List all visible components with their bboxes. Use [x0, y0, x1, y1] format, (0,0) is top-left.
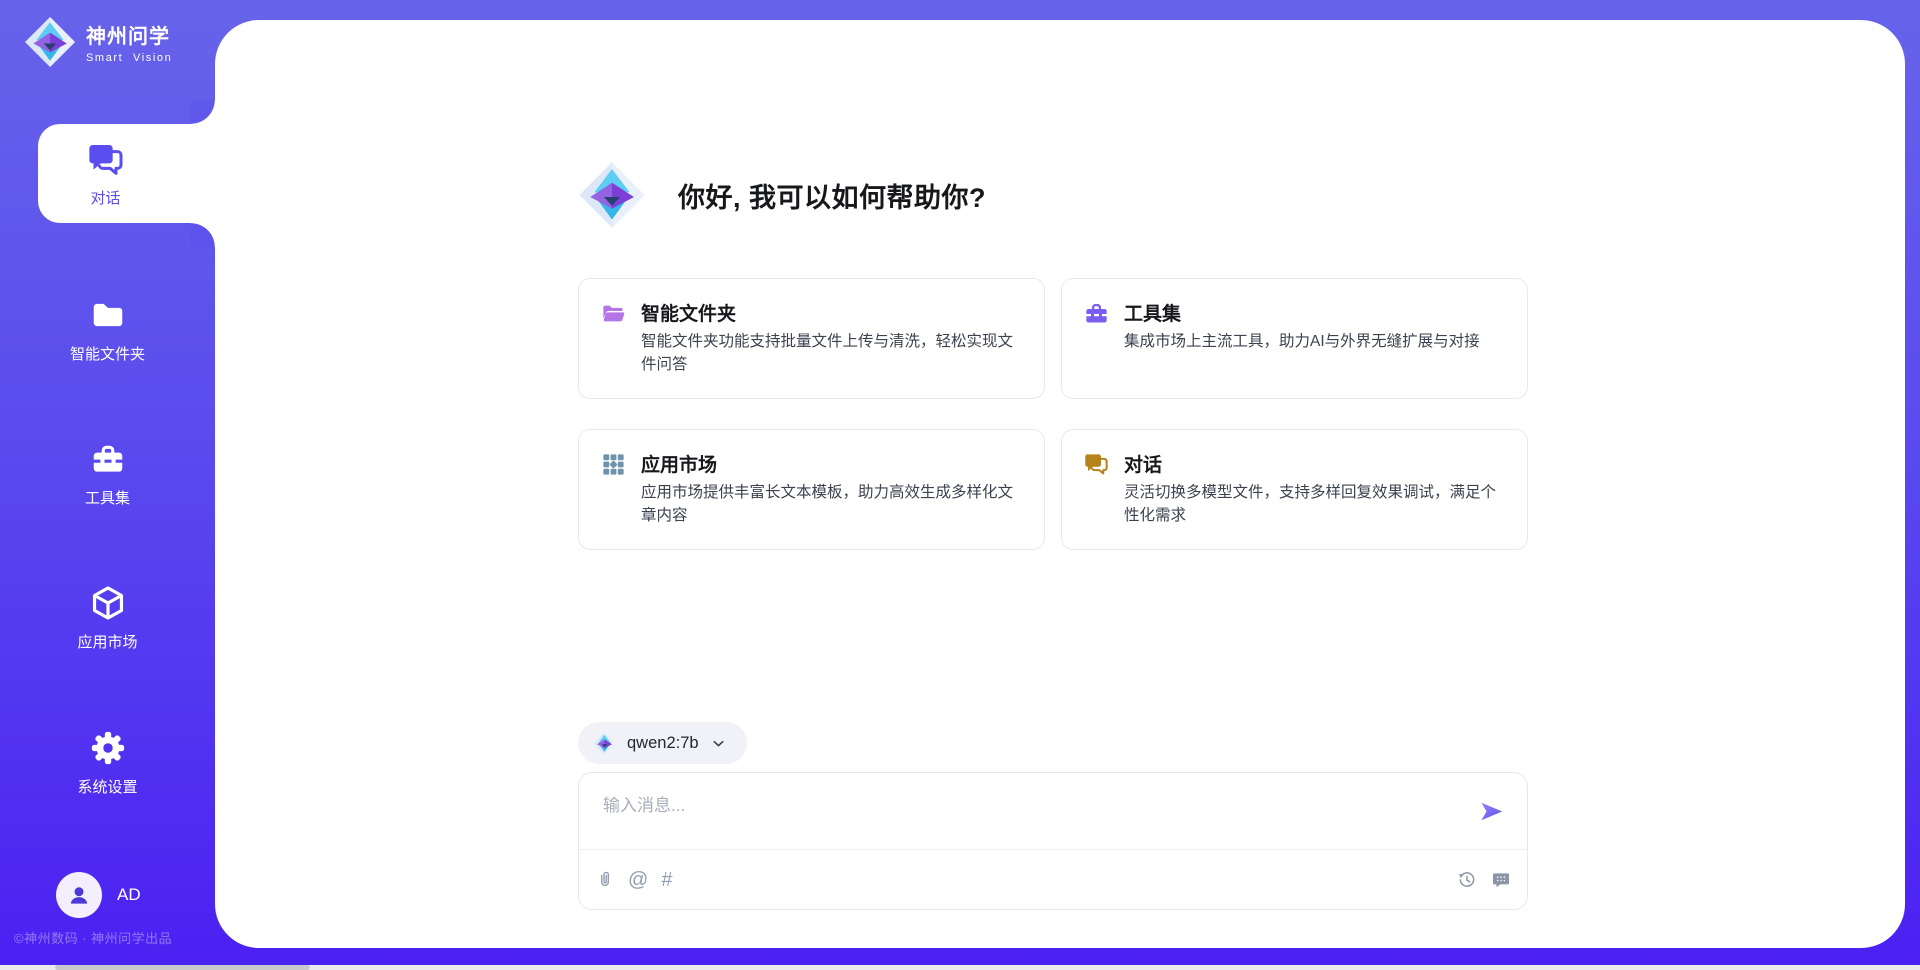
main-panel: 你好, 我可以如何帮助你? 智能文件夹 智能文件夹功能支持批量文件上传与清洗，轻… — [215, 20, 1905, 948]
sidebar-item-toolbox[interactable]: 工具集 — [0, 440, 215, 508]
card-title: 工具集 — [1124, 299, 1181, 326]
card-chat[interactable]: 对话 灵活切换多模型文件，支持多样回复效果调试，满足个性化需求 — [1061, 429, 1528, 550]
active-tab-fillet-top — [191, 100, 215, 124]
cube-icon — [89, 584, 127, 622]
avatar — [56, 872, 102, 918]
sidebar-item-app-market[interactable]: 应用市场 — [0, 584, 215, 652]
hashtag-icon[interactable]: # — [661, 870, 672, 890]
card-title: 应用市场 — [641, 450, 717, 477]
toolbox-icon — [1083, 300, 1110, 327]
sidebar-item-settings[interactable]: 系统设置 — [0, 729, 215, 797]
card-toolbox[interactable]: 工具集 集成市场上主流工具，助力AI与外界无缝扩展与对接 — [1061, 278, 1528, 399]
feature-cards: 智能文件夹 智能文件夹功能支持批量文件上传与清洗，轻松实现文件问答 工具集 集成… — [578, 278, 1528, 550]
card-app-market[interactable]: 应用市场 应用市场提供丰富长文本模板，助力高效生成多样化文章内容 — [578, 429, 1045, 550]
model-selector[interactable]: qwen2:7b — [578, 722, 747, 764]
sidebar-item-smart-folder[interactable]: 智能文件夹 — [0, 296, 215, 364]
copyright: ©神州数码 · 神州问学出品 — [14, 928, 172, 947]
card-smart-folder[interactable]: 智能文件夹 智能文件夹功能支持批量文件上传与清洗，轻松实现文件问答 — [578, 278, 1045, 399]
composer-toolbar-right — [1457, 870, 1511, 890]
send-icon[interactable] — [1478, 798, 1505, 825]
horizontal-scrollbar-thumb[interactable] — [55, 965, 310, 970]
sidebar-item-chat[interactable]: 对话 — [38, 124, 215, 223]
gear-icon — [89, 729, 127, 767]
app-grid-icon — [600, 451, 627, 478]
brand-name: 神州问学 — [86, 20, 172, 49]
folder-open-icon — [600, 300, 627, 327]
sidebar-item-label: 对话 — [90, 187, 120, 208]
card-title: 智能文件夹 — [641, 299, 736, 326]
sidebar-item-label: 应用市场 — [77, 631, 137, 652]
toolbox-icon — [89, 440, 127, 478]
brand-subtitle: Smart Vision — [86, 52, 172, 64]
chevron-down-icon — [710, 735, 727, 752]
user-account[interactable]: AD — [56, 872, 141, 918]
sidebar-item-label: 工具集 — [85, 487, 130, 508]
composer-toolbar: @ # — [595, 850, 1511, 910]
brand: 神州问学 Smart Vision — [24, 16, 172, 68]
card-description: 集成市场上主流工具，助力AI与外界无缝扩展与对接 — [1124, 330, 1505, 353]
gem-logo-icon — [593, 732, 616, 755]
horizontal-scrollbar — [0, 965, 1920, 970]
greeting-title: 你好, 我可以如何帮助你? — [678, 176, 986, 215]
model-name: qwen2:7b — [627, 734, 699, 753]
greeting-gem-icon — [578, 161, 646, 229]
conversation-icon[interactable] — [1491, 870, 1511, 890]
message-input[interactable] — [603, 791, 1457, 843]
history-icon[interactable] — [1457, 870, 1477, 890]
user-name: AD — [117, 885, 141, 905]
chat-icon — [1083, 451, 1110, 478]
card-description: 应用市场提供丰富长文本模板，助力高效生成多样化文章内容 — [641, 481, 1022, 527]
folder-icon — [89, 296, 127, 334]
chat-icon — [86, 140, 126, 180]
card-description: 灵活切换多模型文件，支持多样回复效果调试，满足个性化需求 — [1124, 481, 1505, 527]
greeting: 你好, 我可以如何帮助你? — [578, 161, 986, 229]
attachment-icon[interactable] — [595, 870, 615, 890]
message-composer: @ # — [578, 772, 1528, 910]
card-title: 对话 — [1124, 450, 1162, 477]
active-tab-fillet-bottom — [191, 223, 215, 247]
card-description: 智能文件夹功能支持批量文件上传与清洗，轻松实现文件问答 — [641, 330, 1022, 376]
sidebar-item-label: 智能文件夹 — [70, 343, 145, 364]
person-icon — [66, 882, 92, 908]
mention-icon[interactable]: @ — [628, 870, 648, 890]
brand-gem-icon — [24, 16, 76, 68]
sidebar-item-label: 系统设置 — [77, 776, 137, 797]
